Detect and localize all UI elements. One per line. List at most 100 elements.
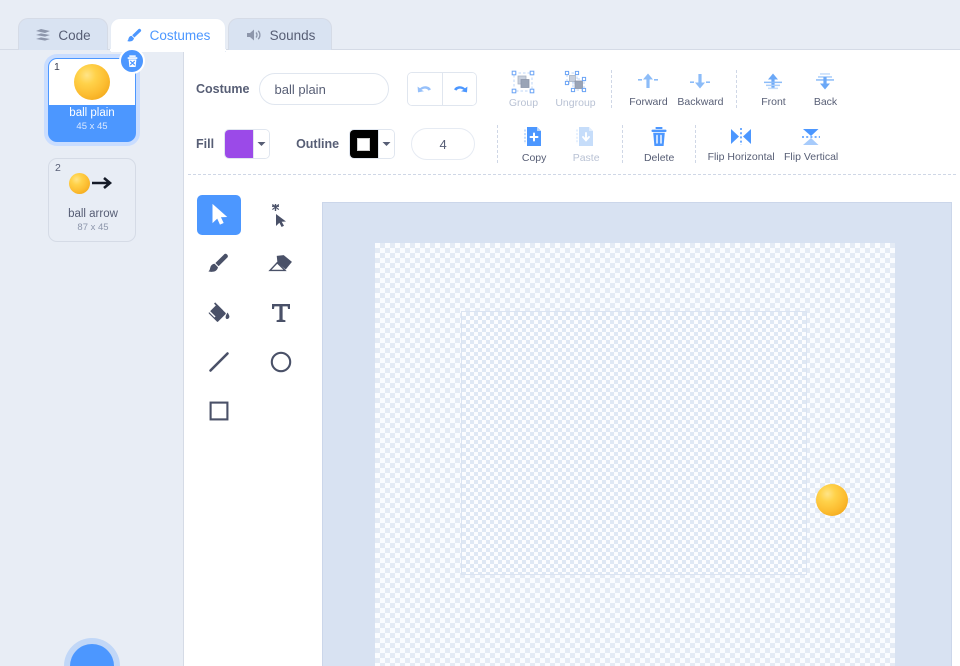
outline-width-input[interactable] (411, 128, 476, 160)
costume-delete-badge[interactable] (119, 48, 145, 74)
front-label: Front (761, 95, 786, 108)
tool-fill[interactable] (197, 293, 241, 333)
flip-vertical-label: Flip Vertical (783, 150, 839, 163)
code-blocks-icon (35, 28, 51, 42)
cursor-arrow-icon (212, 203, 227, 225)
paste-label: Paste (572, 151, 600, 164)
flip-vertical-button[interactable]: Flip Vertical (776, 126, 846, 163)
toolbar-separator-3 (497, 125, 499, 163)
costume-index-2: 2 (55, 162, 61, 174)
forward-button[interactable]: Forward (622, 71, 674, 108)
tool-reshape[interactable] (259, 195, 303, 235)
tool-palette (188, 190, 318, 435)
paste-button[interactable]: Paste (560, 125, 612, 164)
tab-costumes[interactable]: Costumes (110, 18, 226, 52)
costume-thumbnail-2 (50, 160, 136, 206)
ungroup-icon (565, 70, 587, 92)
tool-eraser[interactable] (259, 244, 303, 284)
paint-editor-pane: Costume ball plain Group Ungroup Forward… (184, 50, 960, 666)
costume-name-input[interactable] (259, 73, 390, 105)
copy-icon (524, 126, 542, 146)
toolbar-separator-2 (736, 70, 738, 108)
costume-list-item-1[interactable]: 1 ball plain 45 x 45 (48, 48, 145, 142)
fill-color-swatch[interactable] (224, 129, 271, 159)
redo-button[interactable] (442, 73, 477, 105)
reshape-node-icon (272, 203, 286, 227)
costume-size-1: 45 x 45 (76, 121, 108, 132)
paint-canvas[interactable] (322, 202, 952, 666)
tool-select[interactable] (197, 194, 241, 235)
speaker-icon (245, 28, 263, 42)
back-label: Back (813, 95, 838, 108)
chevron-down-icon (377, 130, 395, 158)
tool-text[interactable] (259, 293, 303, 333)
tool-rectangle[interactable] (197, 391, 241, 431)
tool-circle[interactable] (259, 342, 303, 382)
fill-label: Fill (196, 137, 215, 151)
backward-arrow-icon (690, 73, 711, 88)
tab-code-label: Code (58, 27, 91, 43)
toolbar-divider (188, 174, 956, 175)
circle-icon (270, 351, 292, 372)
copy-button[interactable]: Copy (508, 125, 560, 164)
outline-color-preview (350, 130, 378, 158)
front-button[interactable]: Front (747, 71, 799, 108)
redo-arrow-icon (454, 85, 468, 92)
costume-name-label: Costume (196, 82, 250, 96)
group-icon (512, 70, 535, 93)
outline-color-swatch[interactable] (349, 129, 396, 159)
delete-button[interactable]: Delete (633, 125, 685, 164)
tool-line[interactable] (197, 342, 241, 382)
paintbrush-icon (208, 253, 228, 272)
paint-toolbar-row-1: Costume ball plain Group Ungroup Forward… (184, 61, 851, 117)
canvas-sprite-ball[interactable] (816, 484, 848, 516)
paint-toolbar-row-2: Fill Outline 4 Copy Paste Delete Flip Ho… (184, 116, 846, 172)
undo-arrow-icon (417, 85, 431, 92)
tab-sounds-label: Sounds (269, 27, 316, 43)
text-t-icon (272, 303, 290, 322)
backward-button[interactable]: Backward (674, 71, 726, 108)
costume-list-sidebar: 1 ball plain 45 x 45 2 ball arrow 87 x 4… (0, 48, 184, 666)
tool-brush[interactable] (197, 244, 241, 284)
paste-icon (576, 126, 594, 146)
costume-size-2: 87 x 45 (77, 222, 109, 233)
paint-editor-app: Code Costumes Sounds 1 ball plain 45 x 4… (0, 0, 960, 666)
back-button[interactable]: Back (799, 71, 851, 108)
back-arrow-icon (816, 72, 835, 89)
flip-horizontal-label: Flip Horizontal (707, 150, 775, 163)
front-arrow-icon (764, 73, 783, 89)
ungroup-button[interactable]: Ungroup (549, 70, 601, 109)
toolbar-separator-1 (611, 70, 613, 108)
ungroup-label: Ungroup (555, 96, 596, 109)
arrow-right-icon (92, 177, 113, 189)
group-button[interactable]: Group (497, 70, 549, 109)
add-costume-button[interactable] (70, 644, 114, 666)
outline-label: Outline (296, 137, 340, 151)
tab-costumes-label: Costumes (149, 28, 211, 43)
trash-icon (651, 126, 667, 146)
flip-horizontal-button[interactable]: Flip Horizontal (706, 126, 776, 163)
toolbar-separator-5 (695, 125, 697, 163)
costume-name-1: ball plain (69, 107, 115, 119)
chevron-down-icon (252, 130, 270, 158)
paint-bucket-icon (207, 301, 230, 322)
tab-code[interactable]: Code (18, 18, 108, 51)
forward-label: Forward (629, 95, 668, 108)
flip-vertical-icon (802, 128, 821, 145)
forward-arrow-icon (638, 73, 659, 88)
copy-label: Copy (521, 151, 547, 164)
costume-index-1: 1 (54, 61, 60, 73)
costume-list-item-2[interactable]: 2 ball arrow 87 x 45 (48, 158, 136, 242)
undo-button[interactable] (408, 73, 443, 105)
tab-sounds[interactable]: Sounds (228, 18, 332, 51)
costume-name-2: ball arrow (68, 208, 118, 220)
flip-horizontal-icon (731, 127, 752, 145)
paintbrush-icon (126, 28, 143, 44)
undo-redo-group (407, 72, 478, 106)
toolbar-separator-4 (622, 125, 624, 163)
backward-label: Backward (677, 95, 724, 108)
canvas-checkerboard-inner (461, 311, 807, 575)
tab-bar: Code Costumes Sounds (0, 0, 960, 52)
square-icon (209, 401, 229, 420)
group-label: Group (508, 96, 539, 109)
